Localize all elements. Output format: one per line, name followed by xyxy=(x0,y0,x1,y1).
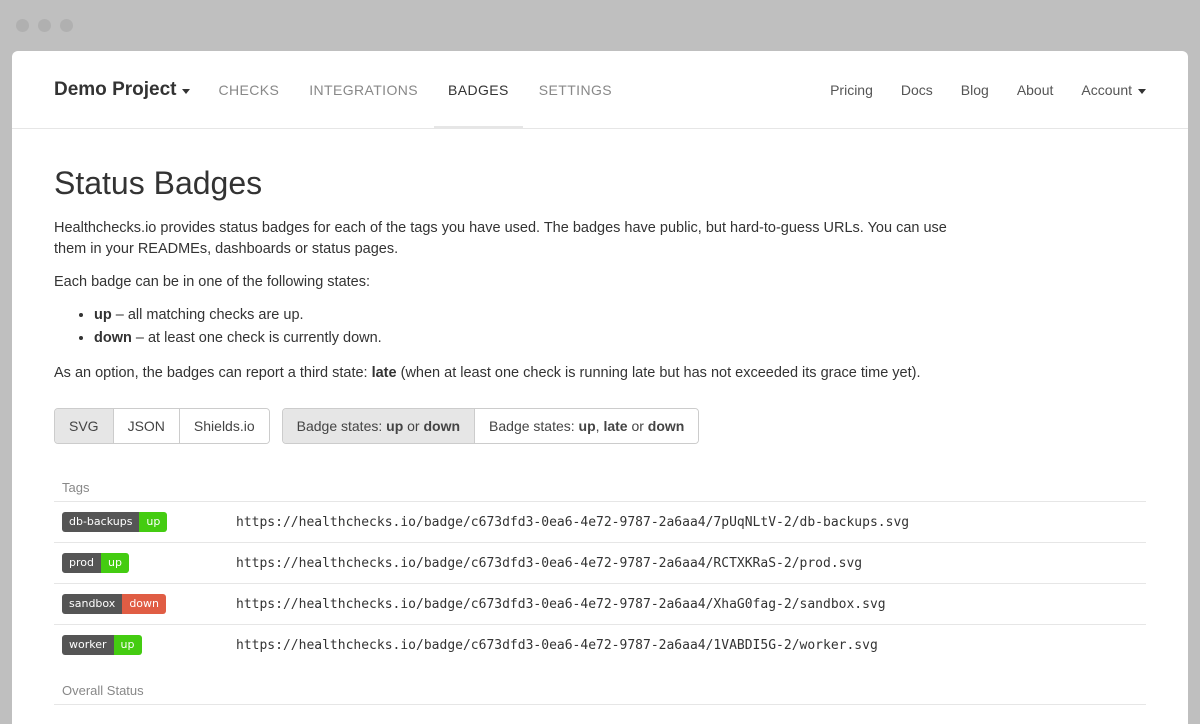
badge-url[interactable] xyxy=(228,705,1146,716)
badge-toolbars: SVG JSON Shields.io Badge states: up or … xyxy=(54,408,1146,444)
state-down: down – at least one check is currently d… xyxy=(94,328,1146,349)
badge-url[interactable]: https://healthchecks.io/badge/c673dfd3-0… xyxy=(228,584,1146,625)
link-about[interactable]: About xyxy=(1017,82,1054,98)
state-up-term: up xyxy=(94,307,112,323)
table-row: prod up https://healthchecks.io/badge/c6… xyxy=(54,543,1146,584)
browser-chrome xyxy=(0,0,1200,51)
state-down-term: down xyxy=(94,330,132,346)
badge-cell: sandbox down xyxy=(54,584,228,625)
three-late: late xyxy=(603,418,627,434)
badge-cell xyxy=(54,705,228,716)
window-dot-min[interactable] xyxy=(38,19,51,32)
page-title: Status Badges xyxy=(54,165,1146,202)
badge-tag: sandbox xyxy=(62,594,122,614)
two-down: down xyxy=(423,418,460,434)
caret-down-icon xyxy=(1138,89,1146,94)
nav-right: Pricing Docs Blog About Account xyxy=(830,82,1146,98)
three-prefix: Badge states: xyxy=(489,418,579,434)
format-toggle: SVG JSON Shields.io xyxy=(54,408,270,444)
state-up-desc: – all matching checks are up. xyxy=(112,307,304,323)
badge-url[interactable]: https://healthchecks.io/badge/c673dfd3-0… xyxy=(228,625,1146,666)
main-tabs: CHECKS INTEGRATIONS BADGES SETTINGS xyxy=(218,51,612,128)
badge-tag: db-backups xyxy=(62,512,139,532)
tab-checks[interactable]: CHECKS xyxy=(218,51,279,128)
late-note: As an option, the badges can report a th… xyxy=(54,363,954,384)
account-menu[interactable]: Account xyxy=(1081,82,1146,98)
badge-status: up xyxy=(101,553,129,573)
state-mode-two[interactable]: Badge states: up or down xyxy=(283,409,475,443)
table-row: db-backups up https://healthchecks.io/ba… xyxy=(54,502,1146,543)
app-window: Demo Project CHECKS INTEGRATIONS BADGES … xyxy=(12,51,1188,724)
late-suffix: (when at least one check is running late… xyxy=(397,365,921,381)
badge-status: up xyxy=(139,512,167,532)
badge-status: down xyxy=(122,594,166,614)
table-row: sandbox down https://healthchecks.io/bad… xyxy=(54,584,1146,625)
state-up: up – all matching checks are up. xyxy=(94,305,1146,326)
intro-paragraph: Healthchecks.io provides status badges f… xyxy=(54,218,954,260)
page-content: Status Badges Healthchecks.io provides s… xyxy=(12,129,1188,715)
badge-url[interactable]: https://healthchecks.io/badge/c673dfd3-0… xyxy=(228,502,1146,543)
caret-down-icon xyxy=(182,89,190,94)
late-term: late xyxy=(372,365,397,381)
table-row xyxy=(54,705,1146,716)
three-or: or xyxy=(628,418,648,434)
badges-table: db-backups up https://healthchecks.io/ba… xyxy=(54,501,1146,665)
three-down: down xyxy=(648,418,685,434)
two-prefix: Badge states: xyxy=(297,418,387,434)
section-tags-label: Tags xyxy=(54,462,1146,501)
window-dot-close[interactable] xyxy=(16,19,29,32)
states-list: up – all matching checks are up. down – … xyxy=(54,305,1146,349)
state-down-desc: – at least one check is currently down. xyxy=(132,330,382,346)
badge-cell: db-backups up xyxy=(54,502,228,543)
status-badge: sandbox down xyxy=(62,594,166,614)
table-row: worker up https://healthchecks.io/badge/… xyxy=(54,625,1146,666)
late-prefix: As an option, the badges can report a th… xyxy=(54,365,372,381)
status-badge: prod up xyxy=(62,553,129,573)
status-badge: worker up xyxy=(62,635,142,655)
top-nav: Demo Project CHECKS INTEGRATIONS BADGES … xyxy=(12,51,1188,129)
project-switcher[interactable]: Demo Project xyxy=(54,79,190,101)
tab-integrations[interactable]: INTEGRATIONS xyxy=(309,51,418,128)
brand-label: Demo Project xyxy=(54,79,176,101)
badge-url[interactable]: https://healthchecks.io/badge/c673dfd3-0… xyxy=(228,543,1146,584)
two-up: up xyxy=(386,418,403,434)
state-mode-toggle: Badge states: up or down Badge states: u… xyxy=(282,408,700,444)
format-shields[interactable]: Shields.io xyxy=(180,409,269,443)
account-label: Account xyxy=(1081,82,1132,98)
window-dot-max[interactable] xyxy=(60,19,73,32)
three-up: up xyxy=(579,418,596,434)
badge-tag: prod xyxy=(62,553,101,573)
link-pricing[interactable]: Pricing xyxy=(830,82,873,98)
overall-table xyxy=(54,704,1146,715)
section-overall-label: Overall Status xyxy=(54,665,1146,704)
link-blog[interactable]: Blog xyxy=(961,82,989,98)
states-intro: Each badge can be in one of the followin… xyxy=(54,272,954,293)
badge-tag: worker xyxy=(62,635,114,655)
status-badge: db-backups up xyxy=(62,512,167,532)
tab-badges[interactable]: BADGES xyxy=(448,51,509,128)
format-json[interactable]: JSON xyxy=(114,409,180,443)
badge-cell: worker up xyxy=(54,625,228,666)
badge-cell: prod up xyxy=(54,543,228,584)
tab-settings[interactable]: SETTINGS xyxy=(539,51,612,128)
format-svg[interactable]: SVG xyxy=(55,409,114,443)
badge-status: up xyxy=(114,635,142,655)
link-docs[interactable]: Docs xyxy=(901,82,933,98)
two-or: or xyxy=(403,418,423,434)
state-mode-three[interactable]: Badge states: up, late or down xyxy=(475,409,698,443)
